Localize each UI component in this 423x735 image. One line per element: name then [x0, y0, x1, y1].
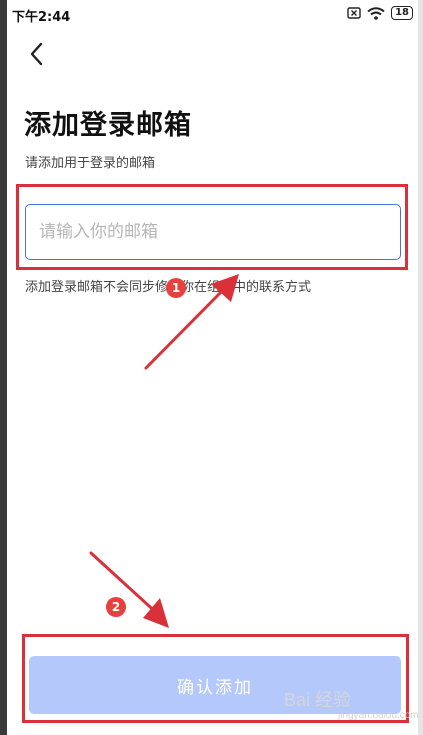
step-badge-2: 2: [106, 597, 126, 617]
baidu-watermark: Bai 经验: [284, 690, 352, 710]
step-badge-1: 1: [166, 278, 186, 298]
annotation-arrow-1: [144, 285, 228, 370]
baidu-watermark-url: jingyan.baidu.com: [338, 710, 419, 721]
annotation-arrows: [89, 274, 239, 628]
